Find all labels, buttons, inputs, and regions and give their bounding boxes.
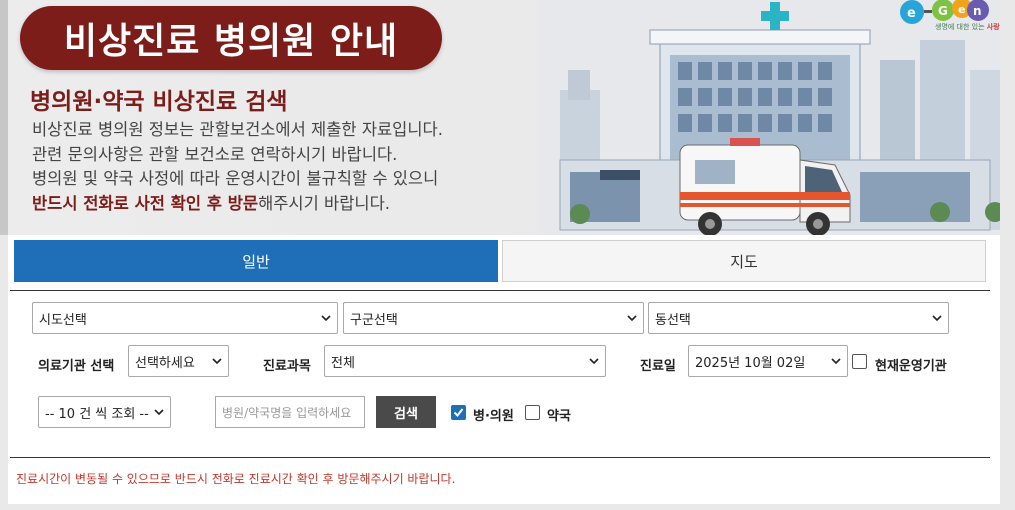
tab-map[interactable]: 지도 bbox=[502, 240, 986, 282]
chevron-down-icon bbox=[154, 409, 164, 416]
banner-line-4: 반드시 전화로 사전 확인 후 방문해주시기 바랍니다. bbox=[32, 192, 443, 217]
pharmacy-checkbox[interactable] bbox=[525, 405, 540, 420]
check-icon bbox=[453, 408, 464, 418]
banner-line-4-rest: 해주시기 바랍니다. bbox=[258, 193, 390, 213]
gugun-select[interactable]: 구군선택 bbox=[343, 302, 644, 334]
open-now-checkbox[interactable] bbox=[852, 354, 867, 369]
institution-label: 의료기관 선택 bbox=[38, 359, 115, 374]
view-tabs: 일반 지도 bbox=[14, 240, 986, 282]
svg-text:n: n bbox=[973, 4, 982, 18]
logo-tagline-c: 사랑 bbox=[986, 23, 1000, 31]
sido-select[interactable]: 시도선택 bbox=[32, 302, 338, 334]
sido-select-value: 시도선택 bbox=[39, 312, 87, 328]
chevron-down-icon bbox=[321, 315, 331, 322]
chevron-down-icon bbox=[212, 358, 222, 365]
banner-title: 비상진료 병의원 안내 bbox=[20, 6, 442, 70]
logo-tagline-b: 에 대한 있는 bbox=[947, 23, 987, 31]
banner-line-3: 병의원 및 약국 사정에 따라 운영시간이 불규칙할 수 있으니 bbox=[32, 169, 439, 188]
chevron-down-icon bbox=[589, 358, 599, 365]
institution-select-value: 선택하세요 bbox=[135, 355, 195, 371]
search-input-placeholder: 병원/약국명을 입력하세요 bbox=[222, 405, 352, 420]
banner-line-4-emphasis: 반드시 전화로 사전 확인 후 방문 bbox=[32, 193, 259, 213]
tab-general[interactable]: 일반 bbox=[14, 240, 498, 282]
date-select-value: 2025년 10월 02일 bbox=[695, 355, 806, 371]
page-size-value: -- 10 건 씩 조회 -- bbox=[45, 406, 149, 422]
hospital-label: 병·의원 bbox=[473, 409, 514, 424]
chevron-down-icon bbox=[627, 315, 637, 322]
search-input[interactable]: 병원/약국명을 입력하세요 bbox=[215, 396, 365, 428]
open-now-label: 현재운영기관 bbox=[875, 359, 947, 374]
banner-description: 비상진료 병의원 정보는 관할보건소에서 제출한 자료입니다. 관련 문의사항은… bbox=[32, 118, 443, 216]
page-size-select[interactable]: -- 10 건 씩 조회 -- bbox=[38, 396, 171, 428]
date-select[interactable]: 2025년 10월 02일 bbox=[688, 345, 848, 377]
svg-text:e: e bbox=[958, 3, 965, 16]
chevron-down-icon bbox=[932, 315, 942, 322]
dong-select[interactable]: 동선택 bbox=[648, 302, 949, 334]
search-button[interactable]: 검색 bbox=[376, 396, 436, 428]
svg-text:e: e bbox=[907, 6, 916, 21]
banner-subtitle: 병의원·약국 비상진료 검색 bbox=[30, 89, 288, 115]
notice-text: 진료시간이 변동될 수 있으므로 반드시 전화로 진료시간 확인 후 방문해주시… bbox=[16, 472, 456, 486]
svg-text:G: G bbox=[938, 4, 948, 18]
department-select[interactable]: 전체 bbox=[324, 345, 606, 377]
logo-tagline-a: 생명 bbox=[935, 23, 948, 31]
banner-line-1: 비상진료 병의원 정보는 관할보건소에서 제출한 자료입니다. bbox=[32, 120, 443, 139]
gugun-select-value: 구군선택 bbox=[350, 312, 398, 328]
banner-line-2: 관련 문의사항은 관할 보건소로 연락하시기 바랍니다. bbox=[32, 144, 398, 164]
logo-tagline: 생명에 대한 있는 사랑 bbox=[935, 22, 1000, 32]
brand-logo: e G e n bbox=[900, 0, 989, 24]
divider-bottom bbox=[10, 457, 990, 458]
divider-top bbox=[10, 290, 990, 291]
department-label: 진료과목 bbox=[263, 359, 311, 374]
pharmacy-label: 약국 bbox=[547, 409, 571, 424]
institution-select[interactable]: 선택하세요 bbox=[128, 345, 229, 377]
chevron-down-icon bbox=[831, 358, 841, 365]
hospital-checkbox[interactable] bbox=[451, 405, 466, 420]
banner: 비상진료 병의원 안내 병의원·약국 비상진료 검색 비상진료 병의원 정보는 … bbox=[0, 0, 1000, 235]
department-select-value: 전체 bbox=[331, 355, 355, 371]
dong-select-value: 동선택 bbox=[655, 312, 691, 328]
date-label: 진료일 bbox=[640, 359, 676, 374]
banner-edge bbox=[0, 0, 8, 235]
